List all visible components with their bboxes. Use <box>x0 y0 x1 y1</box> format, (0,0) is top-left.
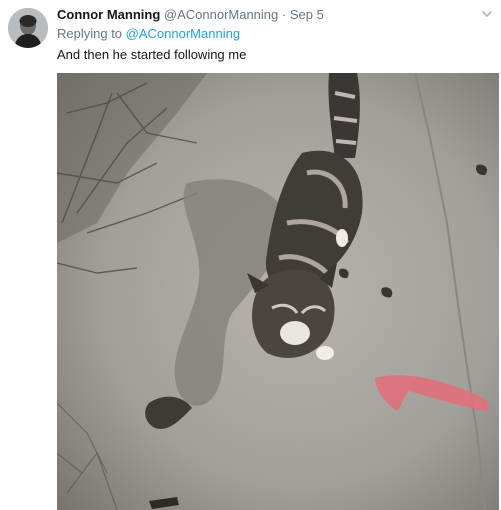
tweet-header: Connor Manning @AConnorManning · Sep 5 <box>57 6 471 24</box>
tweet-text: And then he started following me <box>57 47 247 62</box>
avatar[interactable] <box>8 8 48 48</box>
cat-photo <box>57 73 499 510</box>
timestamp[interactable]: Sep 5 <box>290 7 324 22</box>
replying-to: Replying to @AConnorManning <box>57 26 240 42</box>
author-handle[interactable]: @AConnorManning <box>164 7 278 22</box>
tweet: Connor Manning @AConnorManning · Sep 5 R… <box>0 0 501 510</box>
author-name[interactable]: Connor Manning <box>57 7 160 22</box>
replying-handle-link[interactable]: @AConnorManning <box>126 26 240 41</box>
chevron-down-icon[interactable] <box>481 8 493 20</box>
replying-prefix: Replying to <box>57 26 123 41</box>
separator-dot: · <box>281 7 287 22</box>
tweet-photo[interactable] <box>57 73 499 510</box>
avatar-image <box>8 8 48 48</box>
